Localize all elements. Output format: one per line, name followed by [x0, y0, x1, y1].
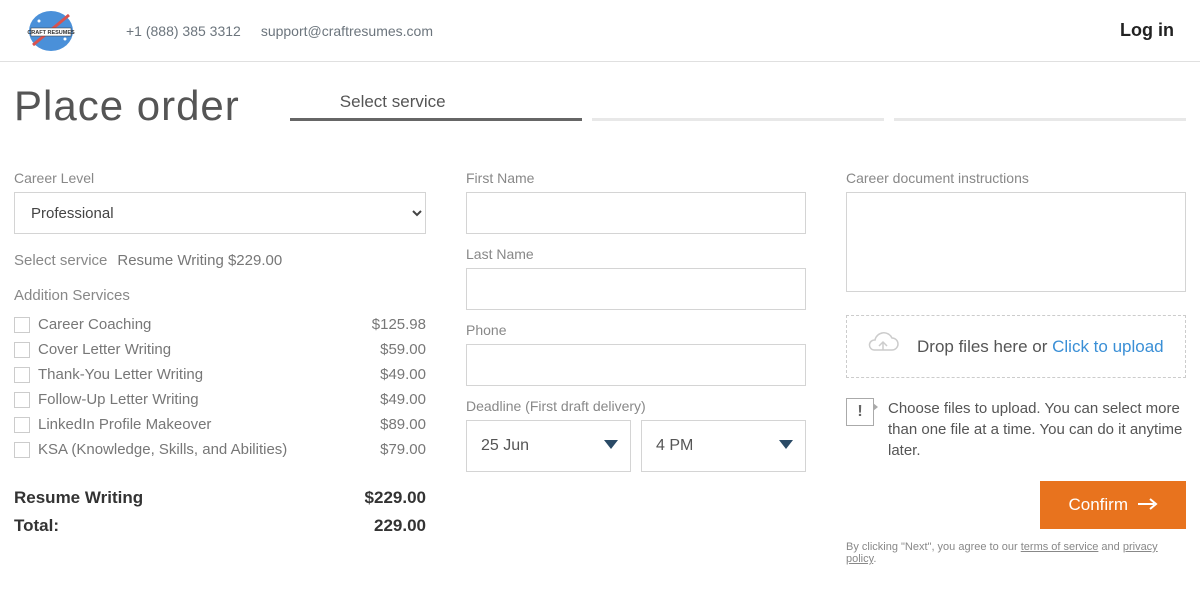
select-service-label: Select service	[14, 252, 107, 269]
last-name-label: Last Name	[466, 246, 806, 262]
career-level-label: Career Level	[14, 170, 426, 186]
addon-row: KSA (Knowledge, Skills, and Abilities) $…	[14, 441, 426, 458]
login-link[interactable]: Log in	[1120, 20, 1174, 41]
header-email[interactable]: support@craftresumes.com	[261, 23, 433, 39]
progress-step-3	[894, 118, 1186, 121]
addon-price: $79.00	[380, 441, 426, 458]
info-text: Choose files to upload. You can select m…	[888, 398, 1186, 461]
deadline-date-value: 25 Jun	[481, 437, 529, 455]
header-phone[interactable]: +1 (888) 385 3312	[126, 23, 241, 39]
deadline-time-select[interactable]: 4 PM	[641, 420, 806, 472]
total-price: 229.00	[374, 516, 426, 536]
addon-name: LinkedIn Profile Makeover	[38, 416, 211, 433]
addon-checkbox[interactable]	[14, 442, 30, 458]
page-title: Place order	[14, 82, 240, 130]
last-name-input[interactable]	[466, 268, 806, 310]
addon-name: Cover Letter Writing	[38, 341, 171, 358]
addon-row: Career Coaching $125.98	[14, 316, 426, 333]
addon-checkbox[interactable]	[14, 317, 30, 333]
step-label: Select service	[340, 92, 1186, 112]
addon-name: Follow-Up Letter Writing	[38, 391, 199, 408]
addon-price: $59.00	[380, 341, 426, 358]
addon-row: Thank-You Letter Writing $49.00	[14, 366, 426, 383]
addon-price: $89.00	[380, 416, 426, 433]
addon-row: Cover Letter Writing $59.00	[14, 341, 426, 358]
summary-item-price: $229.00	[365, 488, 426, 508]
instructions-label: Career document instructions	[846, 170, 1186, 186]
addon-price: $49.00	[380, 366, 426, 383]
addon-name: Career Coaching	[38, 316, 151, 333]
first-name-label: First Name	[466, 170, 806, 186]
chevron-down-icon	[604, 437, 618, 455]
upload-link[interactable]: Click to upload	[1052, 337, 1164, 356]
addon-row: Follow-Up Letter Writing $49.00	[14, 391, 426, 408]
phone-input[interactable]	[466, 344, 806, 386]
progress-step-2	[592, 118, 884, 121]
terms-text: By clicking "Next", you agree to our ter…	[846, 541, 1186, 565]
addon-checkbox[interactable]	[14, 367, 30, 383]
instructions-textarea[interactable]	[846, 192, 1186, 292]
select-service-value: Resume Writing $229.00	[117, 252, 282, 269]
confirm-button[interactable]: Confirm	[1040, 481, 1186, 529]
cloud-upload-icon	[867, 332, 899, 361]
progress-step-1	[290, 118, 582, 121]
addon-price: $125.98	[372, 316, 426, 333]
arrow-right-icon	[1138, 495, 1158, 515]
summary-item-name: Resume Writing	[14, 488, 143, 508]
addon-name: Thank-You Letter Writing	[38, 366, 203, 383]
phone-label: Phone	[466, 322, 806, 338]
terms-of-service-link[interactable]: terms of service	[1021, 541, 1099, 553]
file-dropzone[interactable]: Drop files here or Click to upload	[846, 315, 1186, 378]
header: CRAFT RESUMES +1 (888) 385 3312 support@…	[0, 0, 1200, 62]
addon-checkbox[interactable]	[14, 342, 30, 358]
addon-price: $49.00	[380, 391, 426, 408]
addon-name: KSA (Knowledge, Skills, and Abilities)	[38, 441, 287, 458]
total-label: Total:	[14, 516, 59, 536]
addon-row: LinkedIn Profile Makeover $89.00	[14, 416, 426, 433]
info-icon: !	[846, 398, 874, 426]
addition-services-label: Addition Services	[14, 287, 426, 304]
deadline-label: Deadline (First draft delivery)	[466, 398, 806, 414]
deadline-time-value: 4 PM	[656, 437, 693, 455]
logo[interactable]: CRAFT RESUMES	[16, 8, 86, 53]
first-name-input[interactable]	[466, 192, 806, 234]
addon-checkbox[interactable]	[14, 392, 30, 408]
addon-checkbox[interactable]	[14, 417, 30, 433]
svg-text:CRAFT RESUMES: CRAFT RESUMES	[27, 30, 75, 36]
career-level-select[interactable]: Professional	[14, 192, 426, 234]
chevron-down-icon	[779, 437, 793, 455]
deadline-date-select[interactable]: 25 Jun	[466, 420, 631, 472]
drop-text: Drop files here or Click to upload	[917, 337, 1164, 357]
